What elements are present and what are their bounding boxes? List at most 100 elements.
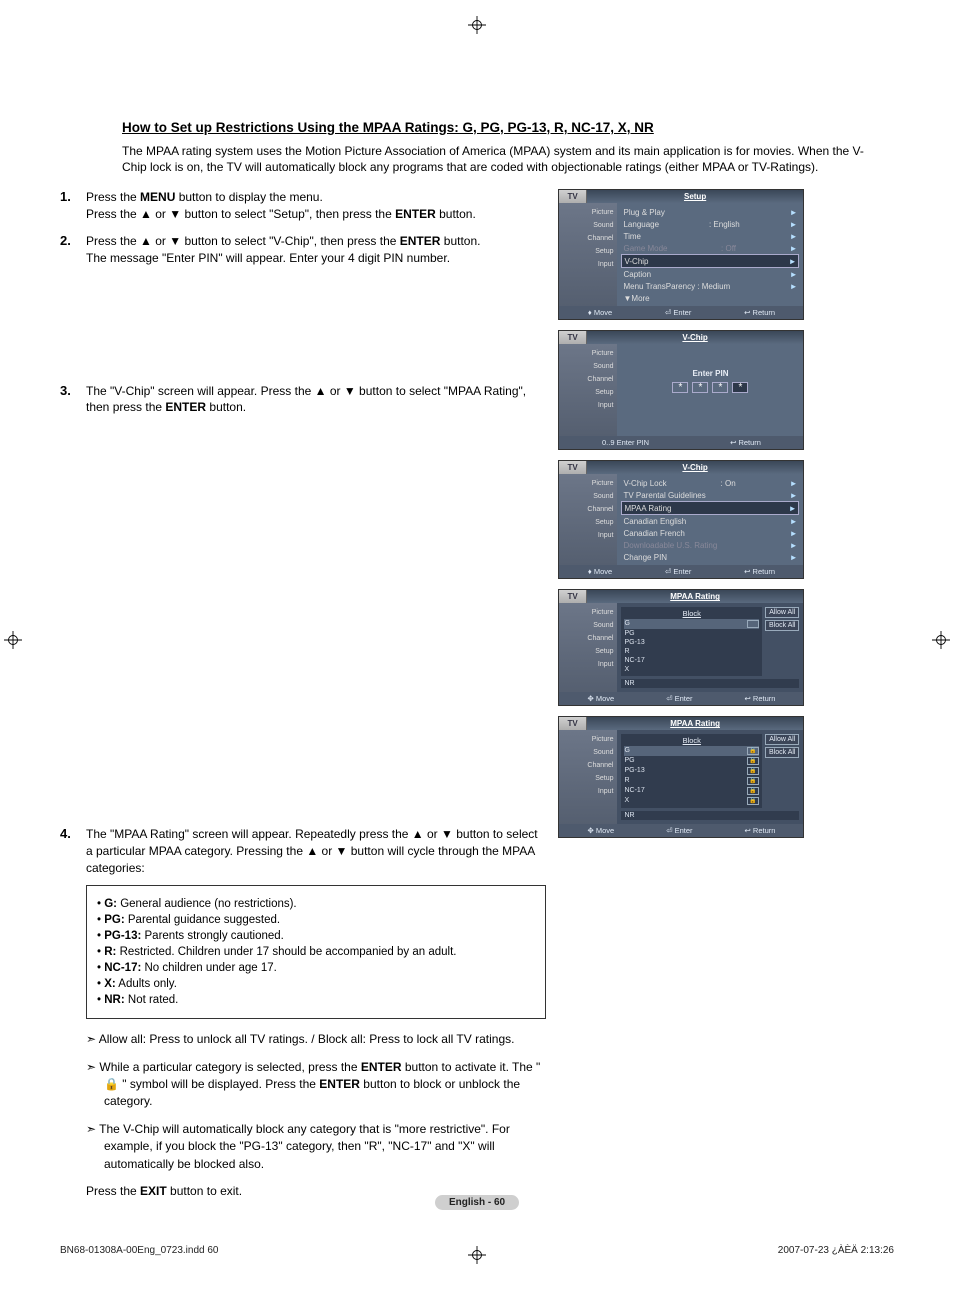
text-bold: ENTER xyxy=(361,1060,402,1074)
cat-desc: Not rated. xyxy=(125,994,179,1006)
cat-label: PG: xyxy=(104,914,124,926)
lock-icon: 🔒 xyxy=(747,757,759,765)
tv-sidebar: Picture Sound Channel Setup Input xyxy=(559,730,617,824)
menu-row: Caption► xyxy=(621,268,799,280)
cat-label: R: xyxy=(104,946,116,958)
pin-input-row: * * * * xyxy=(621,382,799,393)
lock-icon: 🔒 xyxy=(747,797,759,805)
menu-row: Canadian French► xyxy=(621,527,799,539)
cat-label: PG-13: xyxy=(104,930,141,942)
page-footer: English - 60 xyxy=(0,1194,954,1210)
mpaa-row: R🔒 xyxy=(624,776,759,786)
cat-label: NR: xyxy=(104,994,124,1006)
lock-icon: 🔒 xyxy=(747,777,759,785)
block-column-header: Block xyxy=(624,736,759,745)
sidebar-item-channel: Channel xyxy=(562,232,614,245)
mpaa-row-nr: NR xyxy=(621,811,799,820)
file-name: BN68-01308A-00Eng_0723.indd 60 xyxy=(60,1245,218,1256)
registration-mark-icon xyxy=(932,631,950,649)
sidebar-item: Setup xyxy=(562,516,614,529)
tv-sidebar: Picture Sound Channel Setup Input xyxy=(559,344,617,436)
block-all-button: Block All xyxy=(765,747,799,758)
mpaa-rating-list: Block G🔒 PG🔒 PG-13🔒 R🔒 NC-17🔒 X🔒 xyxy=(621,734,762,808)
menu-title: V-Chip xyxy=(587,331,804,344)
cat-desc: No children under age 17. xyxy=(141,962,277,974)
text: button to display the menu. xyxy=(175,190,322,204)
tv-menu-mpaa-1: TVMPAA Rating Picture Sound Channel Setu… xyxy=(558,589,804,706)
step-number: 4. xyxy=(60,826,86,1200)
cat-label: X: xyxy=(104,978,116,990)
tv-footer: ♦ Move⏎ Enter↩ Return xyxy=(559,565,803,578)
sidebar-item: Channel xyxy=(562,373,614,386)
step-3: 3. The "V-Chip" screen will appear. Pres… xyxy=(60,383,546,417)
mpaa-row: G xyxy=(624,619,759,629)
sidebar-item: Sound xyxy=(562,490,614,503)
sidebar-item: Channel xyxy=(562,759,614,772)
text: button. xyxy=(440,234,480,248)
intro-paragraph: The MPAA rating system uses the Motion P… xyxy=(122,143,874,175)
note: While a particular category is selected,… xyxy=(86,1059,546,1111)
menu-title: MPAA Rating xyxy=(587,717,804,730)
mpaa-row: G🔒 xyxy=(624,746,759,756)
text: The "MPAA Rating" screen will appear. Re… xyxy=(86,827,538,875)
page-title: How to Set up Restrictions Using the MPA… xyxy=(122,120,894,135)
tv-label: TV xyxy=(559,461,586,474)
registration-mark-icon xyxy=(4,631,22,649)
print-date: 2007-07-23 ¿ÀÈÄ 2:13:26 xyxy=(778,1245,894,1256)
mpaa-row-nr: NR xyxy=(621,679,799,688)
text: button. xyxy=(206,400,246,414)
tv-label: TV xyxy=(559,331,586,344)
sidebar-item: Channel xyxy=(562,503,614,516)
text: Press the ▲ or ▼ button to select "V-Chi… xyxy=(86,234,400,248)
menu-row-more: ▼More xyxy=(621,292,799,304)
mpaa-row: X xyxy=(624,665,759,674)
step-1: 1. Press the MENU button to display the … xyxy=(60,189,546,223)
tv-label: TV xyxy=(559,190,586,203)
text: Press the ▲ or ▼ button to select "Setup… xyxy=(86,207,395,221)
text: Press the xyxy=(86,190,140,204)
note: The V-Chip will automatically block any … xyxy=(86,1121,546,1173)
sidebar-item-picture: Picture xyxy=(562,206,614,219)
pin-digit: * xyxy=(712,382,728,393)
menu-row-disabled: Game Mode: Off► xyxy=(621,242,799,254)
note: Allow all: Press to unlock all TV rating… xyxy=(86,1031,546,1048)
sidebar-item: Input xyxy=(562,399,614,412)
menu-row-disabled: Downloadable U.S. Rating► xyxy=(621,539,799,551)
mpaa-row: PG xyxy=(624,629,759,638)
tv-sidebar: Picture Sound Channel Setup Input xyxy=(559,203,617,306)
text-bold: ENTER xyxy=(165,400,206,414)
tv-footer: 0..9 Enter PIN↩ Return xyxy=(559,436,803,449)
mpaa-row: PG-13🔒 xyxy=(624,766,759,776)
text-bold: ENTER xyxy=(395,207,436,221)
mpaa-row: X🔒 xyxy=(624,796,759,806)
menu-title: Setup xyxy=(587,190,804,203)
sidebar-item: Input xyxy=(562,658,614,671)
text-bold: ENTER xyxy=(400,234,441,248)
cat-label: G: xyxy=(104,898,117,910)
tv-label: TV xyxy=(559,590,586,603)
text-bold: MENU xyxy=(140,190,175,204)
menu-row-selected: V-Chip► xyxy=(621,254,799,268)
tv-menu-setup: TVSetup Picture Sound Channel Setup Inpu… xyxy=(558,189,804,320)
mpaa-row: NC-17🔒 xyxy=(624,786,759,796)
tv-footer: ♦ Move⏎ Enter↩ Return xyxy=(559,306,803,319)
block-column-header: Block xyxy=(624,609,759,618)
menu-title: MPAA Rating xyxy=(587,590,804,603)
tv-label: TV xyxy=(559,717,586,730)
mpaa-row: PG-13 xyxy=(624,638,759,647)
mpaa-row: NC-17 xyxy=(624,656,759,665)
text: button. xyxy=(436,207,476,221)
cat-desc: Adults only. xyxy=(116,978,177,990)
tv-menu-mpaa-2: TVMPAA Rating Picture Sound Channel Setu… xyxy=(558,716,804,838)
pin-digit: * xyxy=(672,382,688,393)
page-number: English - 60 xyxy=(435,1195,519,1210)
text-bold: ENTER xyxy=(319,1077,360,1091)
cat-desc: Restricted. Children under 17 should be … xyxy=(116,946,456,958)
text: The message "Enter PIN" will appear. Ent… xyxy=(86,251,450,265)
menu-row: Menu TransParency : Medium► xyxy=(621,280,799,292)
menu-row: Canadian English► xyxy=(621,515,799,527)
registration-mark-icon xyxy=(468,16,486,34)
sidebar-item: Picture xyxy=(562,477,614,490)
cat-desc: General audience (no restrictions). xyxy=(117,898,297,910)
print-metadata: BN68-01308A-00Eng_0723.indd 60 2007-07-2… xyxy=(60,1245,894,1256)
